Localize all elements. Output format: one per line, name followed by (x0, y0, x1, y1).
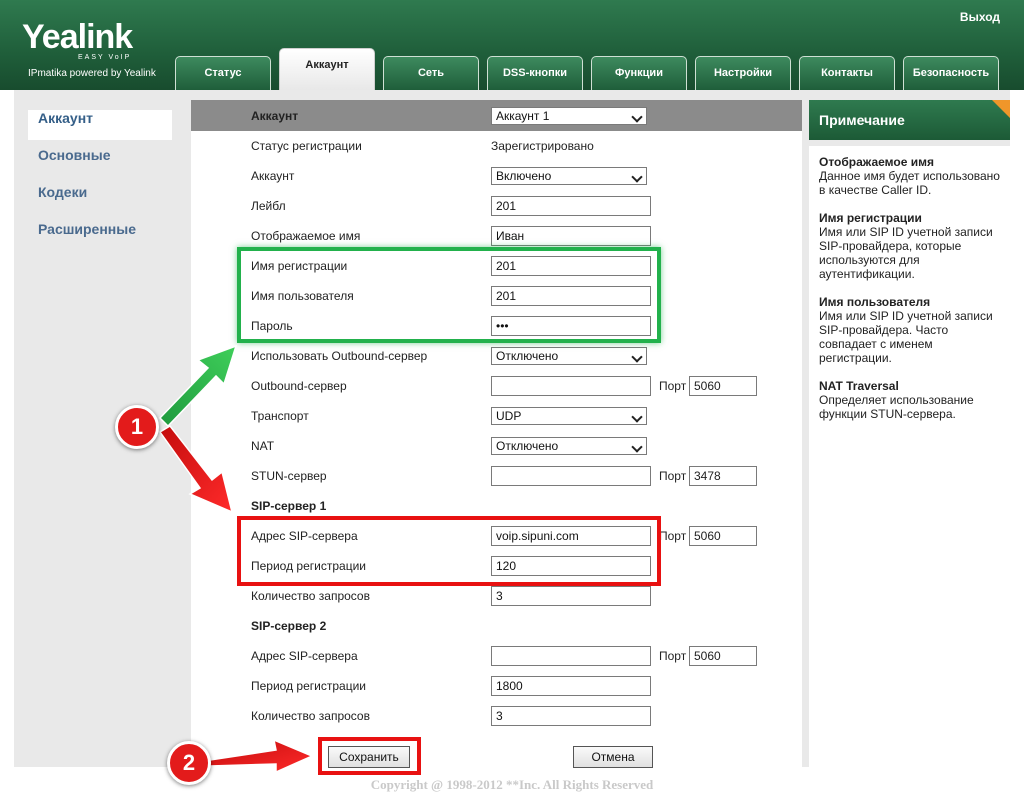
step-1-badge: 1 (115, 405, 159, 449)
red-arrow-icon (158, 425, 234, 514)
step-2-badge: 2 (167, 741, 211, 785)
red-arrow-save-icon (209, 738, 314, 774)
annotation-arrows (158, 344, 314, 774)
green-arrow-icon (158, 344, 238, 428)
